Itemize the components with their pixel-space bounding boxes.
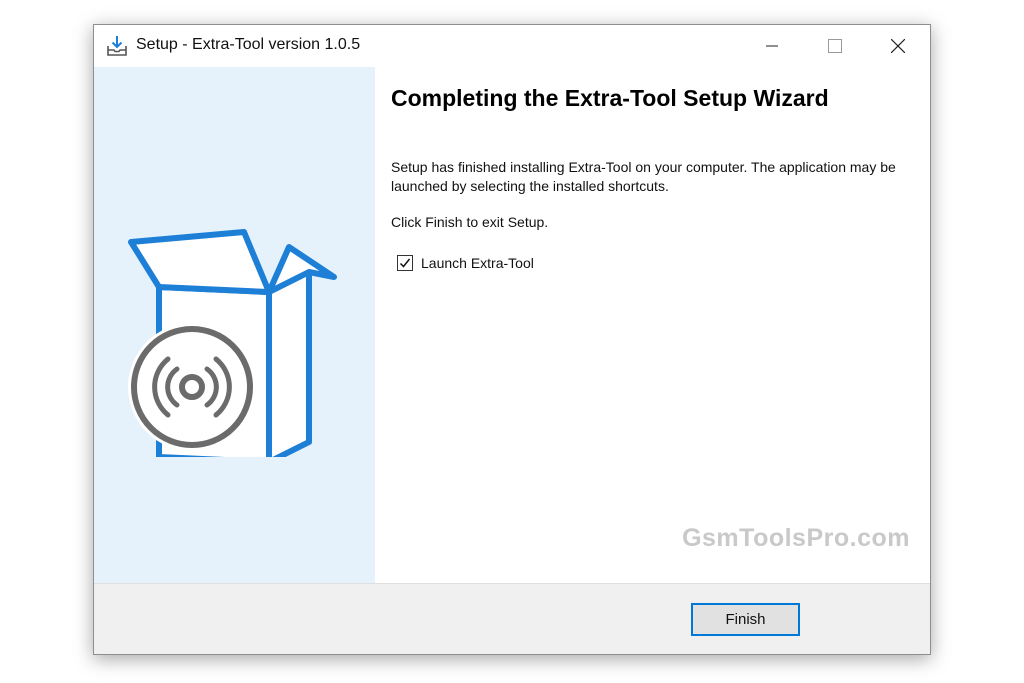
minimize-button[interactable] — [749, 25, 795, 67]
maximize-button[interactable] — [812, 25, 858, 67]
setup-window: Setup - Extra-Tool version 1.0.5 Complet… — [93, 24, 931, 655]
wizard-content: Completing the Extra-Tool Setup Wizard S… — [375, 67, 930, 583]
window-title: Setup - Extra-Tool version 1.0.5 — [136, 36, 361, 53]
close-button[interactable] — [875, 25, 921, 67]
page-title: Completing the Extra-Tool Setup Wizard — [391, 85, 829, 111]
launch-label: Launch Extra-Tool — [421, 255, 534, 271]
wizard-side-panel — [94, 67, 375, 583]
title-bar[interactable]: Setup - Extra-Tool version 1.0.5 — [94, 25, 930, 67]
finish-button[interactable]: Finish — [691, 603, 800, 636]
launch-checkbox-row[interactable]: Launch Extra-Tool — [397, 255, 534, 271]
button-bar: Finish — [94, 583, 930, 654]
completion-description: Setup has finished installing Extra-Tool… — [391, 159, 896, 194]
maximize-icon — [828, 39, 842, 53]
minimize-icon — [766, 45, 778, 47]
launch-checkbox[interactable] — [397, 255, 413, 271]
watermark: GsmToolsPro.com — [682, 524, 910, 552]
exit-instruction: Click Finish to exit Setup. — [391, 214, 549, 230]
installer-icon — [107, 36, 127, 56]
software-box-disc-icon — [128, 229, 337, 457]
checkmark-icon — [399, 258, 411, 268]
close-icon — [891, 39, 905, 53]
